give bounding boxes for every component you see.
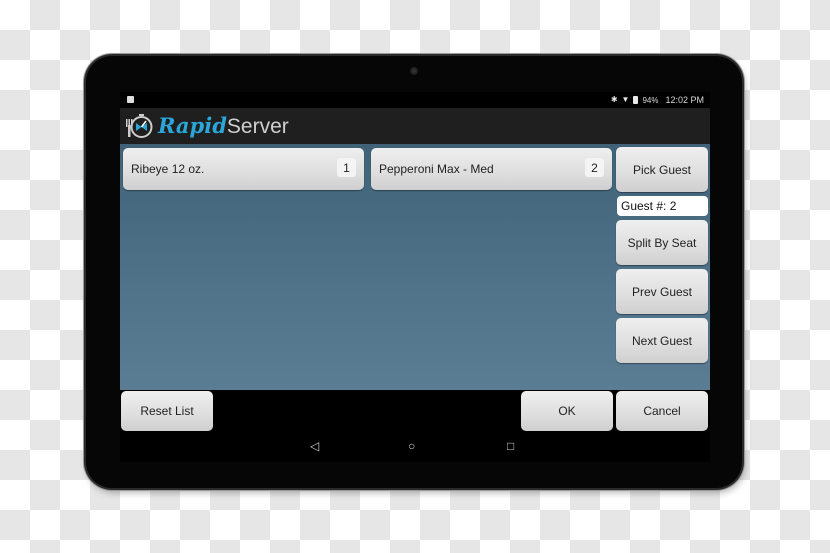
status-icons: ✱ ▼ 94% 12:02 PM <box>611 95 704 105</box>
image-notification-icon <box>127 96 134 103</box>
ok-button[interactable]: OK <box>521 391 613 431</box>
item-name: Ribeye 12 oz. <box>131 162 205 176</box>
order-item-ribeye[interactable]: Ribeye 12 oz. 1 <box>123 148 364 190</box>
battery-icon <box>633 96 639 104</box>
app-name-server: Server <box>226 114 289 138</box>
android-nav-bar: ◁ ○ □ <box>120 436 710 456</box>
action-bar: Reset List OK Cancel ◁ ○ □ <box>120 390 710 462</box>
home-icon[interactable]: ○ <box>408 440 415 452</box>
next-guest-button[interactable]: Next Guest <box>616 318 708 363</box>
item-name: Pepperoni Max - Med <box>379 162 494 176</box>
stopwatch-fork-icon <box>124 111 154 141</box>
recents-icon[interactable]: □ <box>507 440 514 452</box>
app-name-rapid: Rapid <box>158 112 227 138</box>
bluetooth-icon: ✱ <box>610 95 618 104</box>
pick-guest-button[interactable]: Pick Guest <box>616 147 708 192</box>
wifi-icon: ▼ <box>621 95 630 104</box>
app-logo: RapidServer <box>158 111 289 142</box>
guest-number-field[interactable]: Guest #: 2 <box>617 196 708 216</box>
tablet-screen: ✱ ▼ 94% 12:02 PM RapidServer Ribeye 12 o… <box>120 92 710 462</box>
order-split-area: Ribeye 12 oz. 1 Pepperoni Max - Med 2 Pi… <box>120 144 710 390</box>
app-bar: RapidServer <box>120 108 710 144</box>
clock: 12:02 PM <box>665 95 704 105</box>
quantity-badge: 2 <box>585 158 604 177</box>
prev-guest-button[interactable]: Prev Guest <box>616 269 708 314</box>
order-item-pepperoni[interactable]: Pepperoni Max - Med 2 <box>371 148 612 190</box>
front-camera <box>410 67 418 75</box>
quantity-badge: 1 <box>337 158 356 177</box>
split-by-seat-button[interactable]: Split By Seat <box>616 220 708 265</box>
reset-list-button[interactable]: Reset List <box>121 391 213 431</box>
battery-level: 94% <box>642 95 659 105</box>
cancel-button[interactable]: Cancel <box>616 391 708 431</box>
back-icon[interactable]: ◁ <box>310 440 319 452</box>
status-bar: ✱ ▼ 94% 12:02 PM <box>120 92 710 108</box>
